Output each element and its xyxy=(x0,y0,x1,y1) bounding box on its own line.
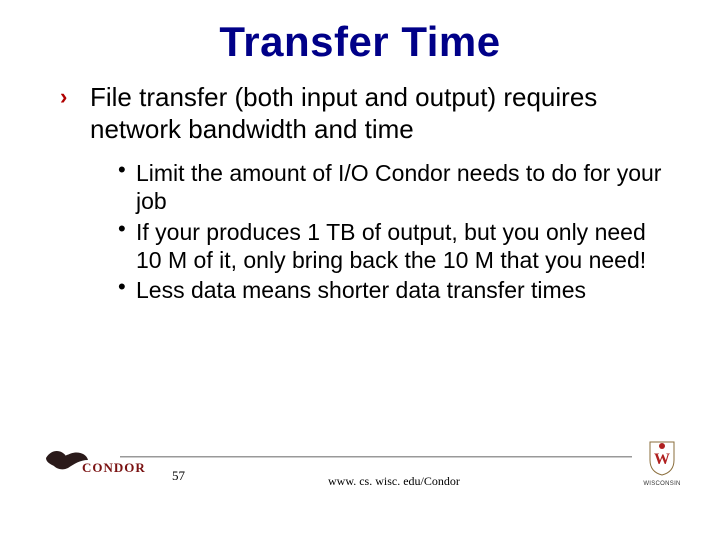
crest-icon: W xyxy=(647,440,677,476)
main-bullet: › File transfer (both input and output) … xyxy=(60,82,672,145)
footer-divider xyxy=(120,456,632,457)
slide-body: › File transfer (both input and output) … xyxy=(0,66,720,304)
slide-title: Transfer Time xyxy=(0,0,720,66)
wisconsin-logo: W WISCONSIN xyxy=(640,440,684,487)
condor-logo-text: CONDOR xyxy=(82,460,146,476)
sub-bullet: • Limit the amount of I/O Condor needs t… xyxy=(118,159,672,215)
sub-bullet-list: • Limit the amount of I/O Condor needs t… xyxy=(60,159,672,303)
bullet-dot-icon: • xyxy=(118,274,126,301)
sub-bullet: • Less data means shorter data transfer … xyxy=(118,276,672,304)
slide: Transfer Time › File transfer (both inpu… xyxy=(0,0,720,540)
main-bullet-text: File transfer (both input and output) re… xyxy=(90,82,597,144)
bullet-dot-icon: • xyxy=(118,157,126,184)
sub-bullet-text: Less data means shorter data transfer ti… xyxy=(136,277,586,303)
slide-number: 57 xyxy=(172,468,185,484)
sub-bullet-text: Limit the amount of I/O Condor needs to … xyxy=(136,160,661,214)
footer-url: www. cs. wisc. edu/Condor xyxy=(328,474,460,489)
slide-footer: CONDOR 57 www. cs. wisc. edu/Condor W WI… xyxy=(0,452,720,512)
sub-bullet: • If your produces 1 TB of output, but y… xyxy=(118,218,672,274)
wisconsin-logo-text: WISCONSIN xyxy=(640,481,684,487)
chevron-icon: › xyxy=(60,84,67,111)
sub-bullet-text: If your produces 1 TB of output, but you… xyxy=(136,219,646,273)
svg-text:W: W xyxy=(654,451,670,468)
bullet-dot-icon: • xyxy=(118,216,126,243)
